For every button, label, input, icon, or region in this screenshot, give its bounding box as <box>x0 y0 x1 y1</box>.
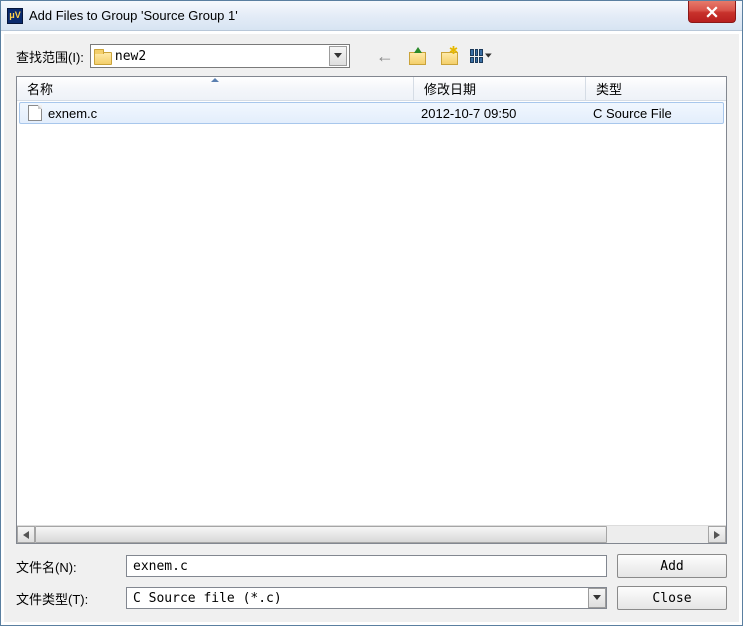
lookin-dropdown-button[interactable] <box>329 46 347 66</box>
window-title: Add Files to Group 'Source Group 1' <box>29 8 742 23</box>
triangle-right-icon <box>714 531 720 539</box>
close-window-button[interactable] <box>688 1 736 23</box>
scroll-thumb[interactable] <box>35 526 607 543</box>
filename-label: 文件名(N): <box>16 557 116 576</box>
folder-icon <box>93 48 111 64</box>
scroll-track[interactable] <box>35 526 708 543</box>
chevron-down-icon <box>485 53 492 59</box>
view-menu-button[interactable] <box>470 45 492 67</box>
app-icon <box>7 8 23 24</box>
toolbar-icons: ← <box>374 45 492 67</box>
column-header-name[interactable]: 名称 <box>17 77 414 100</box>
bottom-controls: 文件名(N): Add 文件类型(T): C Source file (*.c)… <box>16 554 727 610</box>
filename-input[interactable] <box>126 555 607 577</box>
column-header-row: 名称 修改日期 类型 <box>17 77 726 101</box>
file-list[interactable]: exnem.c 2012-10-7 09:50 C Source File <box>17 101 726 525</box>
lookin-combo[interactable]: new2 <box>90 44 350 68</box>
column-header-type[interactable]: 类型 <box>586 77 726 100</box>
chevron-down-icon <box>593 595 601 601</box>
folder-new-icon <box>439 47 459 65</box>
close-button[interactable]: Close <box>617 586 727 610</box>
file-name: exnem.c <box>48 106 97 121</box>
lookin-row: 查找范围(I): new2 ← <box>16 44 727 68</box>
scroll-right-button[interactable] <box>708 526 726 543</box>
folder-up-icon <box>407 47 427 65</box>
lookin-label: 查找范围(I): <box>16 47 84 66</box>
scroll-left-button[interactable] <box>17 526 35 543</box>
titlebar: Add Files to Group 'Source Group 1' <box>1 1 742 31</box>
back-button[interactable]: ← <box>374 45 396 67</box>
triangle-left-icon <box>23 531 29 539</box>
up-one-level-button[interactable] <box>406 45 428 67</box>
column-header-name-label: 名称 <box>27 79 53 98</box>
dialog-body: 查找范围(I): new2 ← <box>3 33 740 623</box>
column-header-type-label: 类型 <box>596 79 622 98</box>
view-grid-icon <box>470 49 483 63</box>
column-header-date-label: 修改日期 <box>424 79 476 98</box>
back-arrow-icon: ← <box>376 47 394 65</box>
file-row[interactable]: exnem.c 2012-10-7 09:50 C Source File <box>19 102 724 124</box>
filetype-dropdown-button[interactable] <box>588 588 606 608</box>
close-icon <box>706 6 718 18</box>
filetype-value: C Source file (*.c) <box>127 591 588 606</box>
filetype-label: 文件类型(T): <box>16 589 116 608</box>
file-icon <box>28 105 42 121</box>
file-date: 2012-10-7 09:50 <box>413 106 585 121</box>
chevron-down-icon <box>334 53 342 59</box>
column-header-date[interactable]: 修改日期 <box>414 77 586 100</box>
dialog-window: Add Files to Group 'Source Group 1' 查找范围… <box>0 0 743 626</box>
file-list-area: 名称 修改日期 类型 exnem.c 2012-10-7 09:50 <box>16 76 727 544</box>
new-folder-button[interactable] <box>438 45 460 67</box>
add-button[interactable]: Add <box>617 554 727 578</box>
filetype-select[interactable]: C Source file (*.c) <box>126 587 607 609</box>
sort-ascending-icon <box>211 78 219 82</box>
lookin-folder-name: new2 <box>115 49 329 64</box>
file-type: C Source File <box>585 106 723 121</box>
horizontal-scrollbar[interactable] <box>17 525 726 543</box>
